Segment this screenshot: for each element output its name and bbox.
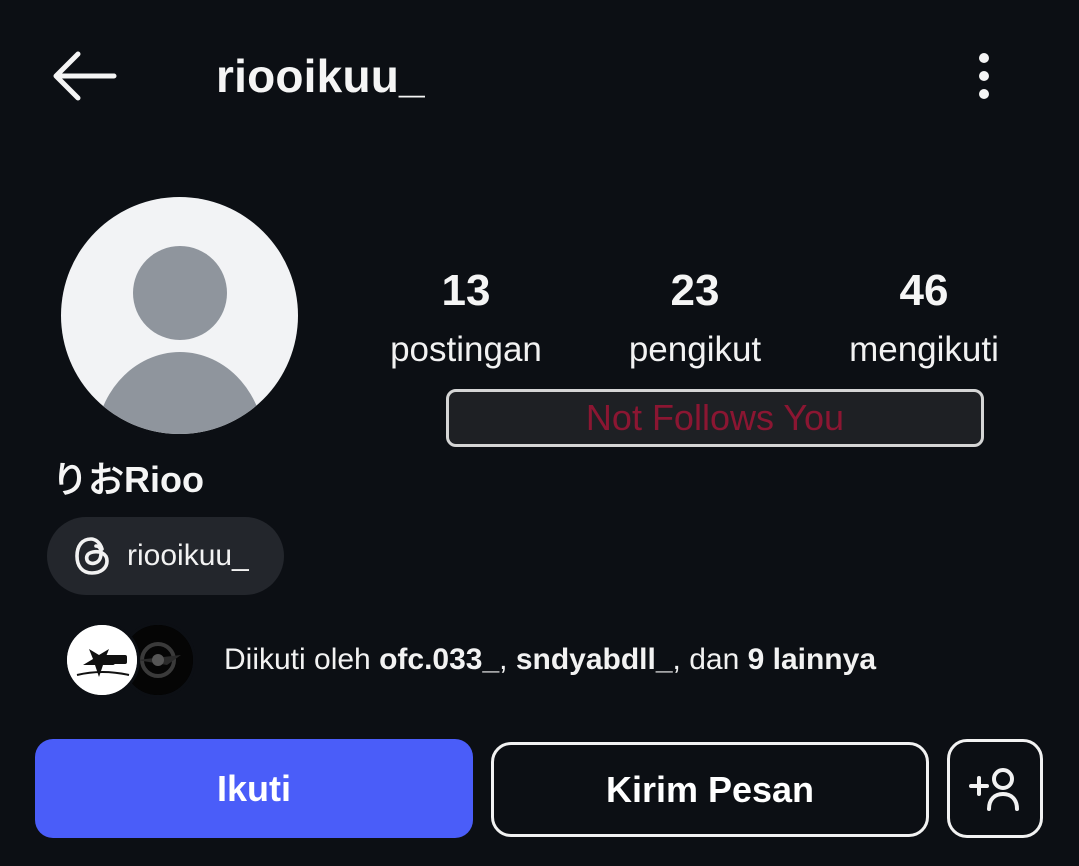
threads-link-chip[interactable]: riooikuu_ xyxy=(47,517,284,595)
follow-status-text: Not Follows You xyxy=(585,397,845,438)
followers-count-label: pengikut xyxy=(628,330,762,369)
arrow-left-icon xyxy=(53,51,117,101)
followers-count[interactable]: 23 pengikut xyxy=(585,264,805,372)
following-count-label: mengikuti xyxy=(849,330,999,369)
default-avatar-icon xyxy=(95,246,265,434)
following-count[interactable]: 46 mengikuti xyxy=(814,264,1034,372)
mutual-avatars xyxy=(64,620,199,700)
display-name: りおRioo xyxy=(52,459,204,500)
mutual-user-1[interactable]: ofc.033_ xyxy=(379,643,499,676)
back-button[interactable] xyxy=(44,44,124,108)
threads-handle: riooikuu_ xyxy=(127,539,249,572)
posts-count-value: 13 xyxy=(441,266,491,315)
posts-count[interactable]: 13 postingan xyxy=(356,264,576,372)
mutual-avatar-ofc033 xyxy=(64,622,140,698)
page-title: riooikuu_ xyxy=(216,50,425,102)
vertical-ellipsis-icon xyxy=(979,53,989,99)
threads-icon xyxy=(73,534,113,578)
followers-count-value: 23 xyxy=(670,266,720,315)
followed-by-and: , dan xyxy=(672,643,748,676)
mutual-user-2[interactable]: sndyabdll_ xyxy=(516,643,673,676)
profile-page: riooikuu_ 13 postingan 23 pengikut 46 me… xyxy=(0,0,1079,866)
suggested-users-button[interactable] xyxy=(947,739,1043,838)
add-person-icon xyxy=(969,767,1019,811)
more-options-button[interactable] xyxy=(962,44,1006,108)
following-count-value: 46 xyxy=(899,266,949,315)
followed-by-separator: , xyxy=(499,643,516,676)
followed-by-prefix: Diikuti oleh xyxy=(224,643,380,676)
send-message-button[interactable]: Kirim Pesan xyxy=(491,742,929,837)
profile-avatar[interactable] xyxy=(61,197,298,434)
follow-status-badge: Not Follows You xyxy=(446,389,984,447)
mutual-followers-text: Diikuti oleh ofc.033_, sndyabdll_, dan 9… xyxy=(224,640,876,680)
posts-count-label: postingan xyxy=(390,330,542,369)
mutual-followers[interactable]: Diikuti oleh ofc.033_, sndyabdll_, dan 9… xyxy=(64,620,876,700)
follow-button[interactable]: Ikuti xyxy=(35,739,473,838)
mutual-others-count[interactable]: 9 lainnya xyxy=(748,643,876,676)
